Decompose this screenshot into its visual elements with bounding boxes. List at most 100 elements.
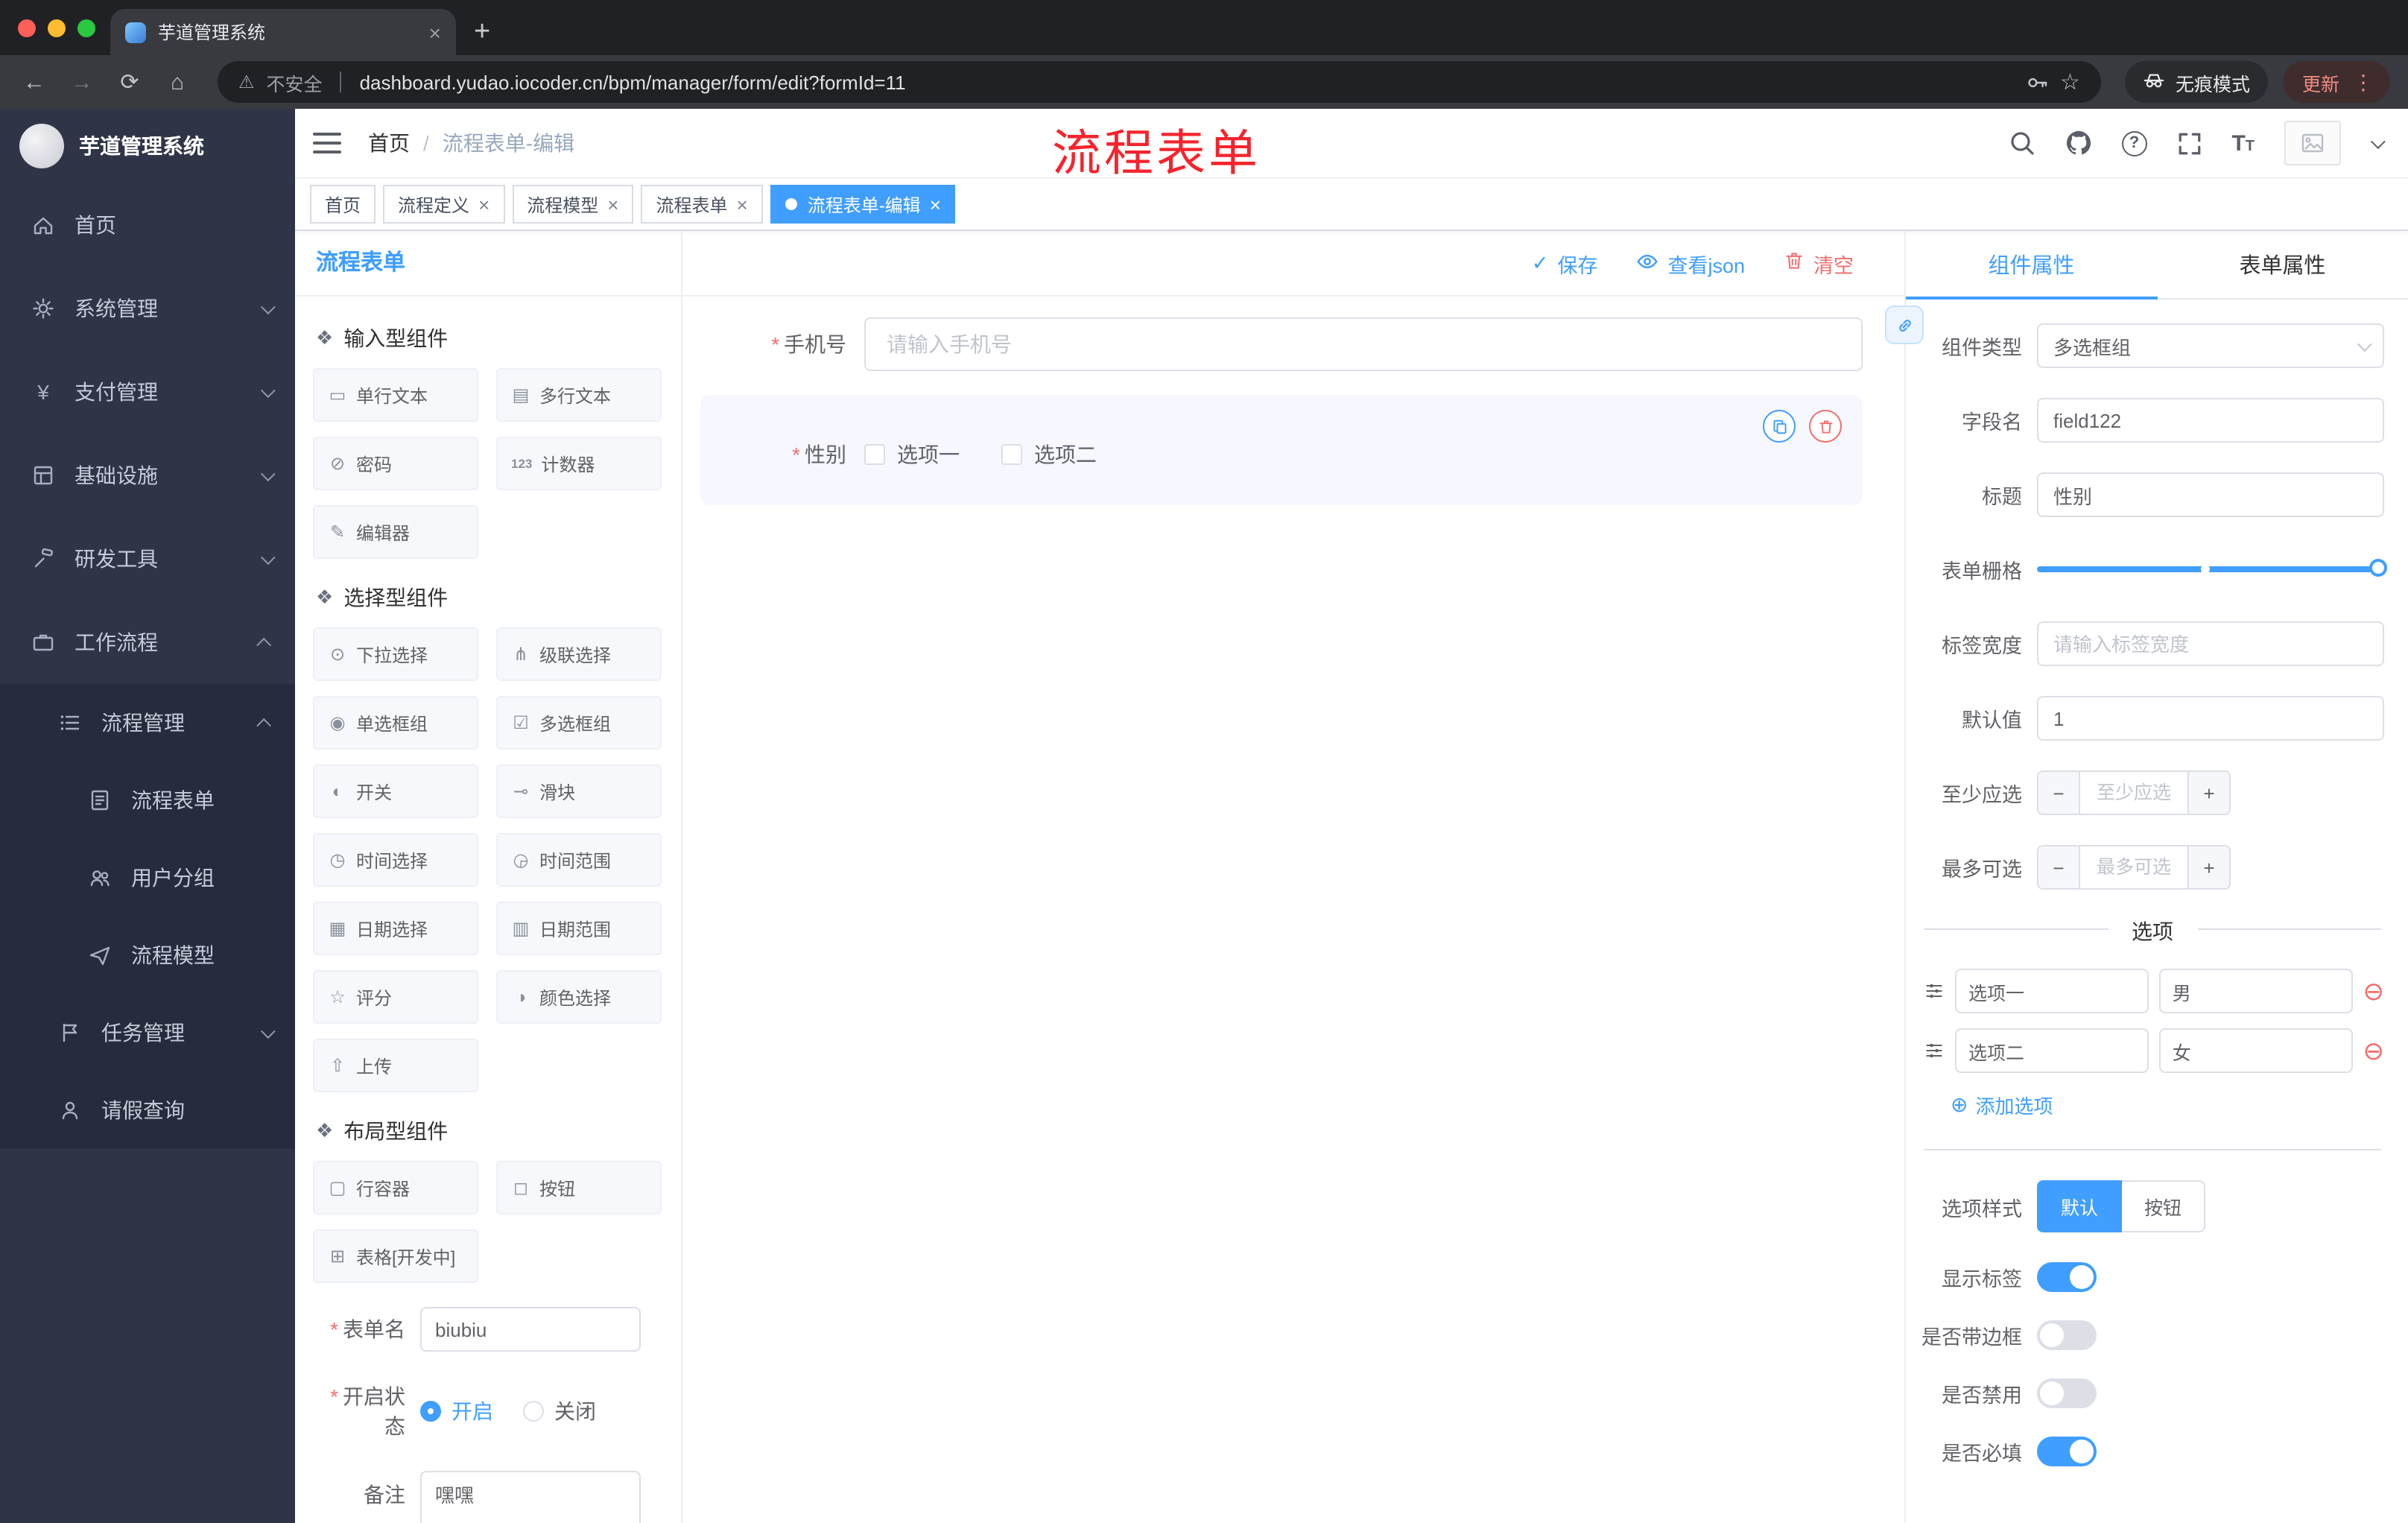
window-zoom-button[interactable]	[77, 19, 95, 37]
reload-icon[interactable]: ⟳	[113, 69, 146, 95]
palette-item-time-picker[interactable]: ◷ 时间选择	[313, 833, 478, 887]
window-close-button[interactable]	[18, 19, 36, 37]
url-text[interactable]: dashboard.yudao.iocoder.cn/bpm/manager/f…	[360, 71, 906, 93]
radio-off-label[interactable]: 关闭	[554, 1396, 596, 1426]
checkbox-option-1[interactable]: 选项一	[864, 440, 960, 469]
form-item-phone[interactable]: * 手机号	[700, 317, 1863, 371]
remove-option-icon[interactable]: ⊖	[2363, 978, 2385, 1004]
required-toggle[interactable]	[2037, 1437, 2097, 1466]
sidebar-item-user-groups[interactable]: 用户分组	[0, 839, 295, 916]
radio-status-off[interactable]	[523, 1401, 544, 1422]
tab-component-props[interactable]: 组件属性	[1906, 231, 2157, 300]
palette-item-cascader[interactable]: ⋔ 级联选择	[496, 627, 662, 681]
help-icon[interactable]: ?	[2121, 130, 2147, 156]
delete-component-button[interactable]	[1809, 410, 1842, 443]
browser-tab-active[interactable]: 芋道管理系统 ×	[110, 9, 456, 55]
sidebar-item-payment[interactable]: ¥ 支付管理	[0, 350, 295, 434]
decrease-button[interactable]: −	[2038, 772, 2080, 814]
form-grid-slider[interactable]	[2037, 547, 2387, 592]
tag-close-icon[interactable]: ×	[930, 194, 941, 214]
increase-button[interactable]: +	[2187, 846, 2229, 888]
drawing-board[interactable]: * 手机号 请输入手机号 * 性别 选项一 选项二	[682, 297, 1904, 1523]
clear-button[interactable]: 清空	[1784, 248, 1854, 278]
title-input[interactable]	[2037, 472, 2384, 517]
fullscreen-icon[interactable]	[2176, 130, 2202, 156]
add-option-button[interactable]: ⊕ 添加选项	[1951, 1091, 2384, 1119]
drag-handle-icon[interactable]	[1924, 1040, 1945, 1061]
window-minimize-button[interactable]	[48, 19, 66, 37]
checkbox-box[interactable]	[864, 444, 885, 465]
min-select-stepper[interactable]: − +	[2037, 770, 2231, 815]
tag-process-form[interactable]: 流程表单 ×	[641, 185, 763, 224]
tag-close-icon[interactable]: ×	[737, 194, 748, 214]
hamburger-icon[interactable]	[313, 133, 341, 153]
sidebar-item-dev-tools[interactable]: 研发工具	[0, 517, 295, 601]
option-label-input[interactable]	[1955, 969, 2149, 1013]
radio-status-on[interactable]	[420, 1401, 441, 1422]
tag-close-icon[interactable]: ×	[478, 194, 489, 214]
palette-item-upload[interactable]: ⇧ 上传	[313, 1039, 478, 1092]
option-label-input[interactable]	[1955, 1028, 2149, 1073]
update-button[interactable]: 更新 ⋮	[2282, 61, 2390, 103]
increase-button[interactable]: +	[2187, 772, 2229, 814]
radio-on-label[interactable]: 开启	[452, 1396, 493, 1426]
avatar-caret-icon[interactable]	[2370, 130, 2386, 156]
user-avatar[interactable]	[2284, 121, 2341, 165]
sidebar-item-leave-query[interactable]: 请假查询	[0, 1071, 295, 1149]
sidebar-item-task-management[interactable]: 任务管理	[0, 994, 295, 1071]
phone-input[interactable]	[864, 317, 1863, 371]
palette-item-row-container[interactable]: ▢ 行容器	[313, 1161, 478, 1215]
palette-item-button[interactable]: ◻ 按钮	[496, 1161, 662, 1215]
disabled-toggle[interactable]	[2037, 1378, 2097, 1408]
sidebar-item-infrastructure[interactable]: 基础设施	[0, 434, 295, 517]
bookmark-star-icon[interactable]: ☆	[2060, 69, 2080, 95]
border-toggle[interactable]	[2037, 1320, 2097, 1350]
github-icon[interactable]	[2065, 130, 2091, 156]
link-anchor-button[interactable]	[1885, 305, 1924, 344]
palette-item-editor[interactable]: ✎ 编辑器	[313, 505, 478, 559]
drag-handle-icon[interactable]	[1924, 981, 1945, 1001]
tag-process-definition[interactable]: 流程定义 ×	[383, 185, 505, 224]
palette-item-checkbox-group[interactable]: ☑ 多选框组	[496, 696, 662, 750]
palette-item-time-range[interactable]: ◶ 时间范围	[496, 833, 662, 887]
sidebar-item-process-form-active[interactable]: 流程表单	[0, 762, 295, 839]
palette-item-select[interactable]: ⊙ 下拉选择	[313, 627, 478, 681]
decrease-button[interactable]: −	[2038, 846, 2080, 888]
palette-item-date-picker[interactable]: ▦ 日期选择	[313, 902, 478, 955]
copy-component-button[interactable]	[1763, 410, 1796, 443]
style-default-button[interactable]: 默认	[2037, 1180, 2123, 1232]
palette-item-rate[interactable]: ☆ 评分	[313, 970, 478, 1024]
palette-item-radio-group[interactable]: ◉ 单选框组	[313, 696, 478, 750]
tag-home[interactable]: 首页	[310, 185, 376, 224]
palette-item-table[interactable]: ⊞ 表格[开发中]	[313, 1229, 478, 1283]
save-button[interactable]: ✓ 保存	[1532, 248, 1598, 278]
new-tab-button[interactable]: +	[474, 18, 490, 46]
max-select-stepper[interactable]: − +	[2037, 845, 2231, 890]
sidebar-item-process-management[interactable]: 流程管理	[0, 684, 295, 762]
font-size-icon[interactable]: TT	[2231, 130, 2255, 156]
address-bar[interactable]: ⚠ 不安全 dashboard.yudao.iocoder.cn/bpm/man…	[218, 61, 2101, 103]
label-width-input[interactable]	[2037, 621, 2384, 666]
browser-home-icon[interactable]: ⌂	[161, 69, 194, 95]
search-icon[interactable]	[2008, 130, 2035, 156]
palette-item-switch[interactable]: ◐ 开关	[313, 764, 478, 818]
view-json-button[interactable]: 查看json	[1636, 248, 1745, 278]
sidebar-item-workflow[interactable]: 工作流程	[0, 601, 295, 684]
remove-option-icon[interactable]: ⊖	[2363, 1038, 2385, 1063]
option-value-input[interactable]	[2158, 969, 2353, 1013]
breadcrumb-home[interactable]: 首页	[368, 128, 410, 158]
min-select-input[interactable]	[2080, 772, 2187, 814]
slider-handle[interactable]	[2369, 559, 2387, 577]
palette-item-slider[interactable]: ⊸ 滑块	[496, 764, 662, 818]
browser-menu-kebab-icon[interactable]: ⋮	[2345, 69, 2381, 95]
field-name-input[interactable]	[2037, 398, 2384, 443]
component-type-select[interactable]: 多选框组	[2037, 323, 2384, 368]
incognito-badge[interactable]: 无痕模式	[2124, 61, 2268, 103]
back-icon[interactable]: ←	[18, 69, 51, 95]
palette-item-date-range[interactable]: ▥ 日期范围	[496, 902, 662, 955]
max-select-input[interactable]	[2080, 846, 2187, 888]
tag-close-icon[interactable]: ×	[607, 194, 618, 214]
form-remark-textarea[interactable]: 嘿嘿	[420, 1471, 641, 1523]
form-name-input[interactable]	[420, 1307, 641, 1352]
sidebar-item-home[interactable]: 首页	[0, 183, 295, 267]
